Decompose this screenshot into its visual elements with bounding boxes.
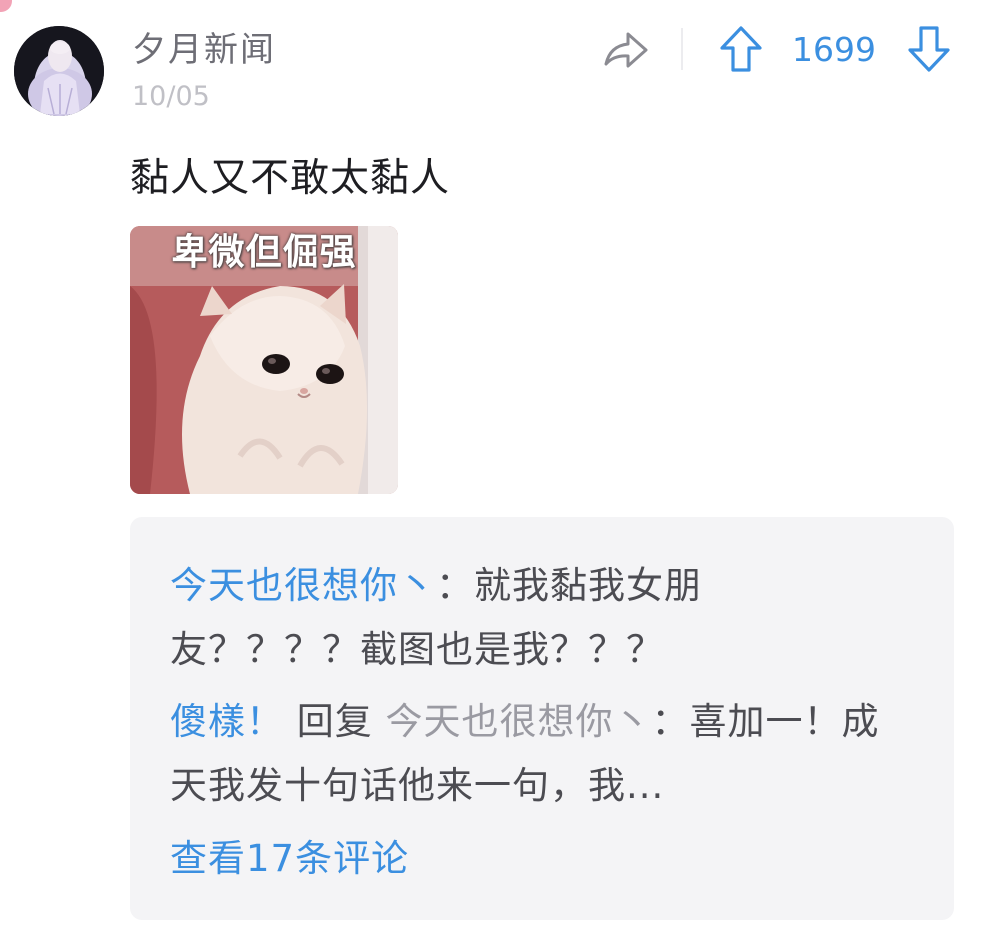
avatar[interactable] bbox=[14, 26, 104, 116]
corner-decoration bbox=[0, 0, 12, 12]
comment-item[interactable]: 傻樣！ 回复 今天也很想你丶：喜加一！成天我发十句话他来一句，我... bbox=[170, 690, 890, 818]
comment-item[interactable]: 今天也很想你丶：就我黏我女朋友？？？？截图也是我？？？ bbox=[170, 554, 890, 682]
comment-separator: ： bbox=[651, 700, 690, 743]
post-text: 黏人又不敢太黏人 bbox=[130, 156, 451, 201]
post-date: 10/05 bbox=[132, 81, 210, 112]
comment-author[interactable]: 傻樣！ bbox=[170, 700, 284, 743]
comment-author[interactable]: 今天也很想你丶 bbox=[170, 564, 436, 607]
post-card: 夕月新闻 10/05 1699 黏人又不敢太黏人 卑微但倔强 今天也很想你丶：就… bbox=[0, 0, 1000, 935]
arrow-up-icon[interactable] bbox=[718, 24, 764, 74]
image-caption: 卑微但倔强 bbox=[171, 232, 357, 273]
action-divider bbox=[681, 28, 683, 70]
comments-section: 今天也很想你丶：就我黏我女朋友？？？？截图也是我？？？ 傻樣！ 回复 今天也很想… bbox=[130, 517, 954, 920]
reply-target[interactable]: 今天也很想你丶 bbox=[386, 700, 652, 743]
view-all-comments-link[interactable]: 查看17条评论 bbox=[170, 829, 409, 889]
vote-count: 1699 bbox=[792, 30, 876, 69]
post-image[interactable]: 卑微但倔强 bbox=[130, 226, 398, 494]
author-name[interactable]: 夕月新闻 bbox=[132, 28, 276, 72]
share-icon[interactable] bbox=[600, 26, 652, 74]
comment-separator: ： bbox=[436, 564, 474, 607]
reply-label: 回复 bbox=[284, 700, 386, 743]
arrow-down-icon[interactable] bbox=[906, 24, 952, 74]
